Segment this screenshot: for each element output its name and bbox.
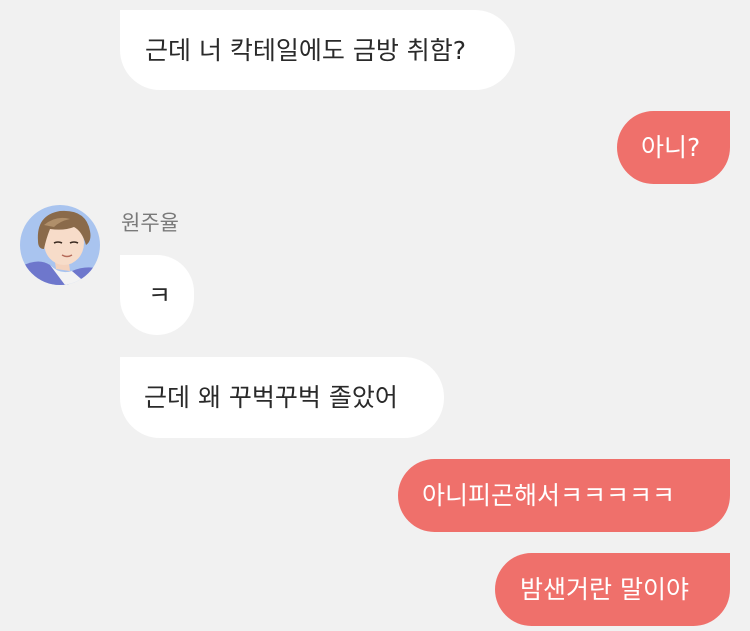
incoming-message-bubble[interactable]: ㅋ bbox=[120, 255, 194, 335]
message-text: 아니피곤해서ㅋㅋㅋㅋㅋ bbox=[422, 481, 676, 510]
sender-name: 원주율 bbox=[121, 211, 179, 235]
outgoing-message-bubble[interactable]: 아니? bbox=[617, 111, 730, 184]
message-text: 아니? bbox=[641, 133, 701, 162]
outgoing-message-bubble[interactable]: 밤샌거란 말이야 bbox=[495, 553, 730, 626]
message-text: 근데 너 칵테일에도 금방 취함? bbox=[145, 35, 467, 65]
message-text: ㅋ bbox=[148, 280, 172, 310]
avatar-portrait-icon bbox=[20, 205, 100, 285]
message-text: 밤샌거란 말이야 bbox=[520, 575, 689, 604]
sender-avatar[interactable] bbox=[20, 205, 100, 285]
incoming-message-bubble[interactable]: 근데 너 칵테일에도 금방 취함? bbox=[120, 10, 515, 90]
outgoing-message-bubble[interactable]: 아니피곤해서ㅋㅋㅋㅋㅋ bbox=[398, 459, 730, 532]
message-text: 근데 왜 꾸벅꾸벅 졸았어 bbox=[144, 383, 398, 412]
incoming-message-bubble[interactable]: 근데 왜 꾸벅꾸벅 졸았어 bbox=[120, 357, 444, 438]
